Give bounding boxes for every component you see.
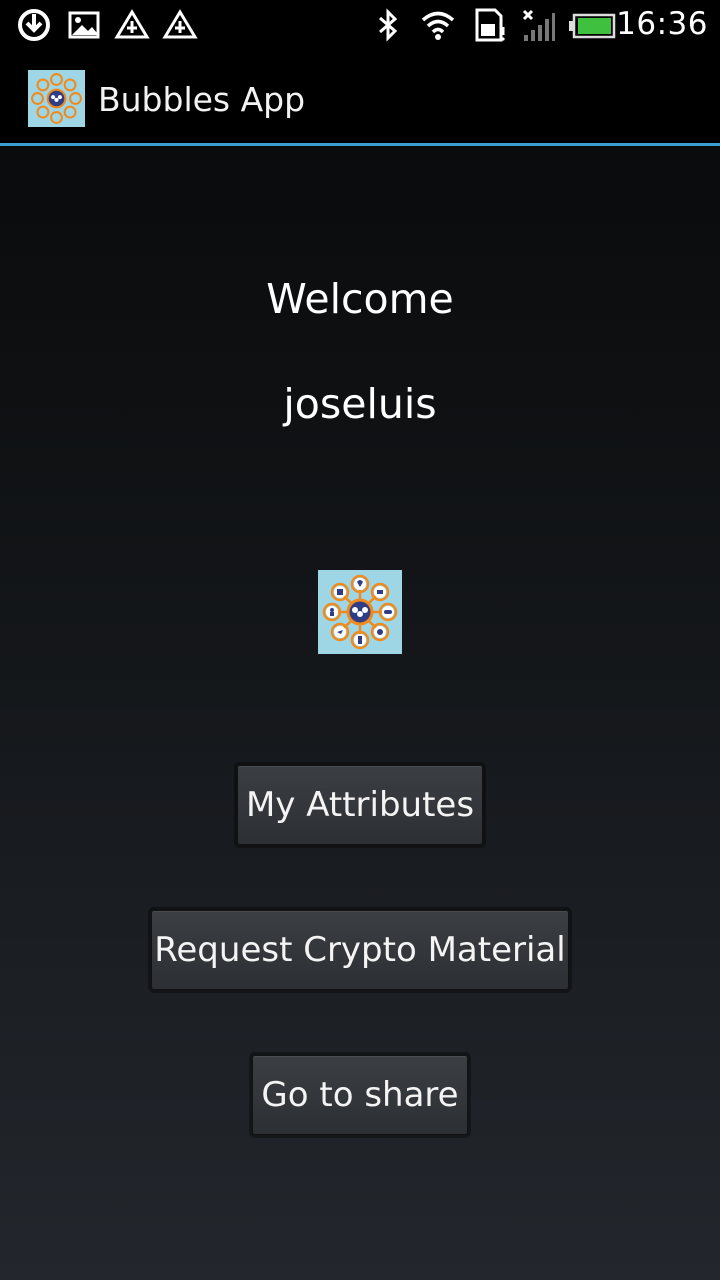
sd-card-icon [475,8,505,42]
go-to-share-button[interactable]: Go to share [252,1055,468,1135]
welcome-text: Welcome [266,275,454,323]
app-title: Bubbles App [98,80,306,119]
username-text: joseluis [283,380,437,428]
signal-icon [522,9,555,41]
alert-triangle-icon [114,9,150,39]
request-crypto-material-button[interactable]: Request Crypto Material [151,910,569,990]
bluetooth-icon [379,8,398,42]
download-icon [18,9,50,41]
status-bar: 16:36 [0,0,720,50]
image-notification-icon [68,11,100,39]
battery-icon [569,13,616,39]
alert-triangle-icon [162,9,198,39]
bubbles-logo-icon [318,570,402,654]
action-bar: Bubbles App [0,50,720,146]
bubbles-app-icon[interactable] [28,70,85,127]
my-attributes-button[interactable]: My Attributes [237,765,483,845]
wifi-icon [421,11,455,40]
status-time: 16:36 [616,6,708,42]
